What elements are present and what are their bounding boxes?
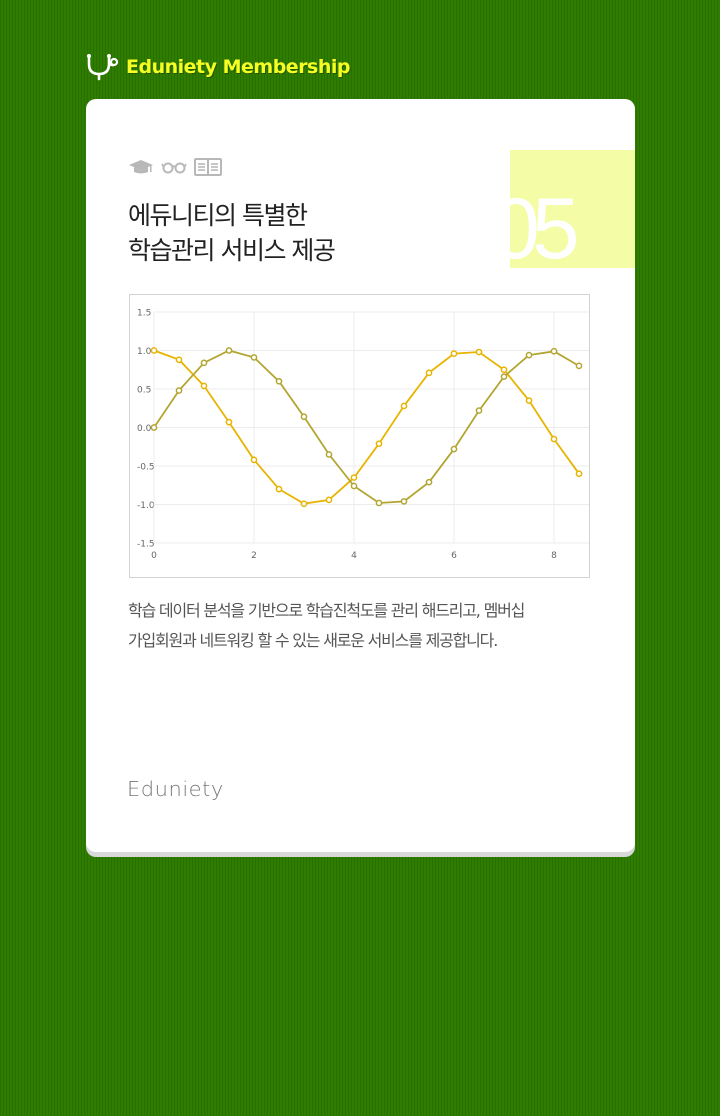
x-tick-label: 8 — [551, 551, 557, 561]
series-1-point — [525, 397, 533, 404]
x-tick-label: 2 — [251, 551, 257, 561]
membership-card: 에듀니티의 특별한 학습관리 서비스 제공 05 1.5 1.0 0.5 0.0 -0.… — [86, 99, 635, 852]
series-2-point — [150, 424, 158, 431]
series-1-point — [550, 435, 558, 443]
chart-canvas: 1.5 1.0 0.5 0.0 -0.5 -1.0 -1.50 2 4 6 8 — [137, 309, 589, 561]
number-badge: 05 — [510, 150, 635, 268]
glasses-icon — [161, 158, 194, 176]
card-title: 에듀니티의 특별한 학습관리 서비스 제공 — [128, 198, 336, 268]
series-1-point — [275, 485, 283, 493]
series-1-point — [475, 348, 483, 356]
number-label: 05 — [510, 181, 580, 268]
series-1-point — [250, 456, 258, 464]
series-2-point — [575, 362, 583, 370]
series-2-point — [250, 354, 258, 361]
series-2-point — [325, 451, 333, 458]
brand-header: Eduniety Membership — [84, 52, 351, 82]
description-line-1: 학습 데이터 분석을 기반으로 학습진척도를 관리 해드리고, 멤버십 — [128, 601, 525, 620]
y-tick-label: 1.0 — [137, 347, 152, 357]
y-tick-label: -0.5 — [137, 463, 155, 473]
y-tick-label: -1.0 — [137, 501, 155, 511]
feature-icons — [128, 157, 229, 177]
series-1-point — [325, 496, 333, 504]
series-2-point — [450, 445, 458, 453]
description: 학습 데이터 분석을 기반으로 학습진척도를 관리 해드리고, 멤버십 가입회원… — [128, 596, 598, 656]
series-2-point — [300, 413, 308, 421]
graduation-cap-icon — [128, 158, 161, 176]
description-line-2: 가입회원과 네트워킹 할 수 있는 새로운 서비스를 제공합니다. — [128, 631, 498, 650]
series-1-point — [300, 500, 308, 508]
series-2-point — [525, 351, 533, 359]
series-2-point — [175, 387, 183, 394]
y-tick-label: 0.0 — [137, 424, 152, 434]
series-2-point — [500, 373, 508, 381]
title-line-1: 에듀니티의 특별한 — [128, 201, 308, 230]
series-2-point — [275, 377, 283, 385]
series-1-point — [150, 347, 158, 354]
series-1-point — [350, 474, 358, 481]
series-2-point — [550, 347, 558, 355]
series-2-point — [200, 359, 208, 367]
series-1-point — [175, 356, 183, 364]
series-1-point — [375, 440, 383, 448]
y-tick-label: 0.5 — [137, 386, 151, 396]
series-2-point — [375, 499, 383, 507]
series-2-point — [400, 498, 408, 505]
open-book-icon — [194, 157, 229, 177]
stethoscope-icon — [84, 52, 120, 82]
x-tick-label: 4 — [351, 551, 357, 561]
series-2-point — [425, 478, 433, 486]
series-2-point — [475, 407, 483, 414]
title-line-2: 학습관리 서비스 제공 — [128, 236, 336, 265]
series-1-point — [225, 418, 233, 426]
x-tick-label: 6 — [451, 551, 457, 561]
series-1-point — [575, 470, 583, 478]
series-2-point — [225, 347, 233, 354]
series-1-point — [450, 350, 458, 357]
brand-title[interactable]: Eduniety Membership — [126, 56, 351, 78]
series-1-point — [200, 382, 208, 390]
line-chart: 1.5 1.0 0.5 0.0 -0.5 -1.0 -1.5 0 2 4 6 8 — [129, 294, 590, 578]
y-tick-label: -1.5 — [137, 540, 155, 550]
footer-logo: Eduniety — [127, 777, 224, 801]
series-1-point — [500, 366, 508, 374]
x-tick-label: 0 — [151, 551, 157, 561]
series-2-point — [350, 482, 358, 490]
series-2-line — [153, 349, 580, 504]
y-tick-label: 1.5 — [137, 309, 151, 319]
series-1-point — [425, 369, 433, 377]
series-1-point — [400, 402, 408, 410]
